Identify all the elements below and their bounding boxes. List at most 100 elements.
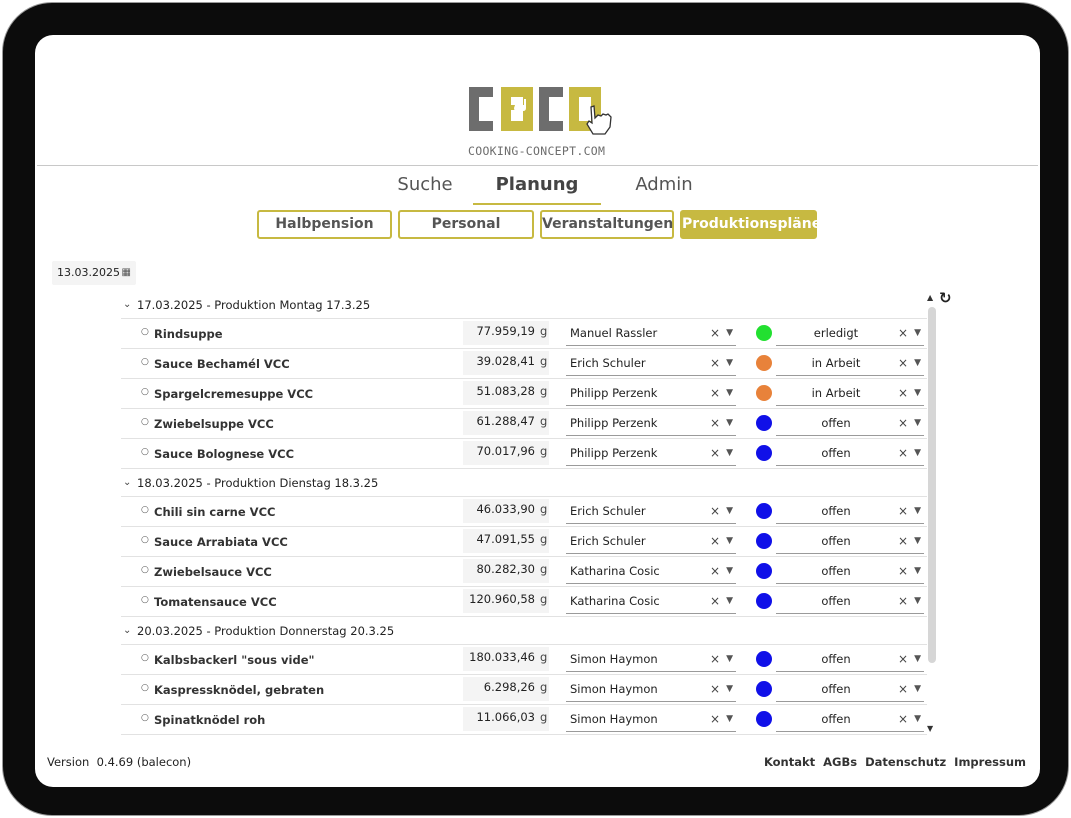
chevron-down-icon[interactable]: ▼ bbox=[914, 382, 921, 404]
subtab-produktionsplaene[interactable]: Produktionspläne bbox=[680, 210, 821, 239]
person-select[interactable]: Manuel Rassler × ▼ bbox=[566, 322, 736, 346]
tab-suche[interactable]: Suche bbox=[370, 171, 480, 205]
link-kontakt[interactable]: Kontakt bbox=[764, 755, 815, 769]
clear-icon[interactable]: × bbox=[710, 412, 720, 434]
production-row: ○ Spargelcremesuppe VCC 51.083,28 g Philipp … bbox=[121, 379, 927, 409]
status-select[interactable]: offen × ▼ bbox=[776, 412, 924, 436]
clear-icon[interactable]: × bbox=[898, 708, 908, 730]
subtab-personal[interactable]: Personal bbox=[398, 210, 534, 239]
chevron-down-icon[interactable]: ▼ bbox=[914, 322, 921, 344]
person-select[interactable]: Simon Haymon × ▼ bbox=[566, 678, 736, 702]
chevron-down-icon[interactable]: ▼ bbox=[914, 442, 921, 464]
clear-icon[interactable]: × bbox=[710, 352, 720, 374]
amount-unit: g bbox=[540, 592, 548, 606]
date-filter-input[interactable]: 13.03.2025 ▦ bbox=[52, 261, 136, 285]
clear-icon[interactable]: × bbox=[898, 530, 908, 552]
chevron-down-icon[interactable]: ▼ bbox=[726, 678, 733, 700]
chevron-down-icon[interactable]: ▼ bbox=[726, 590, 733, 612]
chevron-down-icon[interactable]: ▼ bbox=[914, 352, 921, 374]
person-select[interactable]: Simon Haymon × ▼ bbox=[566, 648, 736, 672]
scrollbar-thumb[interactable] bbox=[928, 307, 936, 663]
chevron-down-icon[interactable]: ▼ bbox=[726, 530, 733, 552]
chevron-down-icon[interactable]: ▼ bbox=[726, 352, 733, 374]
status-select[interactable]: in Arbeit × ▼ bbox=[776, 352, 924, 376]
group-header[interactable]: ⌄ 17.03.2025 - Produktion Montag 17.3.25 bbox=[121, 291, 927, 319]
chevron-down-icon[interactable]: ▼ bbox=[914, 648, 921, 670]
chevron-down-icon[interactable]: ▼ bbox=[914, 500, 921, 522]
person-select[interactable]: Katharina Cosic × ▼ bbox=[566, 590, 736, 614]
group-header[interactable]: ⌄ 18.03.2025 - Produktion Dienstag 18.3.2… bbox=[121, 469, 927, 497]
person-select[interactable]: Simon Haymon × ▼ bbox=[566, 708, 736, 732]
scroll-down-icon[interactable]: ▼ bbox=[927, 724, 933, 733]
clear-icon[interactable]: × bbox=[710, 648, 720, 670]
clear-icon[interactable]: × bbox=[710, 560, 720, 582]
chevron-down-icon[interactable]: ▼ bbox=[914, 590, 921, 612]
clear-icon[interactable]: × bbox=[710, 530, 720, 552]
status-select[interactable]: offen × ▼ bbox=[776, 500, 924, 524]
chevron-down-icon[interactable]: ▼ bbox=[726, 442, 733, 464]
subtab-halbpension[interactable]: Halbpension bbox=[257, 210, 392, 239]
person-select[interactable]: Erich Schuler × ▼ bbox=[566, 500, 736, 524]
chevron-down-icon[interactable]: ▼ bbox=[726, 322, 733, 344]
tab-planung[interactable]: Planung bbox=[473, 171, 601, 205]
chevron-down-icon[interactable]: ⌄ bbox=[121, 477, 137, 488]
clear-icon[interactable]: × bbox=[898, 442, 908, 464]
clear-icon[interactable]: × bbox=[898, 590, 908, 612]
clear-icon[interactable]: × bbox=[898, 560, 908, 582]
clear-icon[interactable]: × bbox=[898, 500, 908, 522]
clear-icon[interactable]: × bbox=[898, 678, 908, 700]
chevron-down-icon[interactable]: ▼ bbox=[726, 560, 733, 582]
clear-icon[interactable]: × bbox=[898, 648, 908, 670]
chevron-down-icon[interactable]: ▼ bbox=[914, 530, 921, 552]
chevron-down-icon[interactable]: ▼ bbox=[726, 382, 733, 404]
status-select[interactable]: erledigt × ▼ bbox=[776, 322, 924, 346]
person-value: Katharina Cosic bbox=[570, 564, 660, 578]
list-scrollbar[interactable]: ▲ ▼ bbox=[926, 293, 938, 733]
status-select[interactable]: offen × ▼ bbox=[776, 530, 924, 554]
status-select[interactable]: offen × ▼ bbox=[776, 442, 924, 466]
clear-icon[interactable]: × bbox=[710, 678, 720, 700]
person-select[interactable]: Philipp Perzenk × ▼ bbox=[566, 442, 736, 466]
link-agbs[interactable]: AGBs bbox=[823, 755, 857, 769]
chevron-down-icon[interactable]: ▼ bbox=[726, 500, 733, 522]
status-select[interactable]: in Arbeit × ▼ bbox=[776, 382, 924, 406]
clear-icon[interactable]: × bbox=[710, 708, 720, 730]
link-impressum[interactable]: Impressum bbox=[954, 755, 1026, 769]
status-select[interactable]: offen × ▼ bbox=[776, 708, 924, 732]
scroll-up-icon[interactable]: ▲ bbox=[927, 293, 933, 302]
clear-icon[interactable]: × bbox=[898, 352, 908, 374]
chevron-down-icon[interactable]: ▼ bbox=[726, 412, 733, 434]
chevron-down-icon[interactable]: ▼ bbox=[914, 708, 921, 730]
clear-icon[interactable]: × bbox=[898, 412, 908, 434]
chevron-down-icon[interactable]: ▼ bbox=[914, 412, 921, 434]
chevron-down-icon[interactable]: ⌄ bbox=[121, 299, 137, 310]
clear-icon[interactable]: × bbox=[710, 382, 720, 404]
group-header[interactable]: ⌄ 20.03.2025 - Produktion Donnerstag 20.3… bbox=[121, 617, 927, 645]
chevron-down-icon[interactable]: ▼ bbox=[726, 708, 733, 730]
person-select[interactable]: Erich Schuler × ▼ bbox=[566, 352, 736, 376]
status-select[interactable]: offen × ▼ bbox=[776, 678, 924, 702]
clear-icon[interactable]: × bbox=[710, 442, 720, 464]
person-select[interactable]: Katharina Cosic × ▼ bbox=[566, 560, 736, 584]
tab-admin[interactable]: Admin bbox=[609, 171, 719, 205]
person-select[interactable]: Philipp Perzenk × ▼ bbox=[566, 382, 736, 406]
link-datenschutz[interactable]: Datenschutz bbox=[865, 755, 946, 769]
clear-icon[interactable]: × bbox=[710, 590, 720, 612]
chevron-down-icon[interactable]: ▼ bbox=[914, 560, 921, 582]
clear-icon[interactable]: × bbox=[710, 500, 720, 522]
clear-icon[interactable]: × bbox=[898, 382, 908, 404]
person-select[interactable]: Philipp Perzenk × ▼ bbox=[566, 412, 736, 436]
clear-icon[interactable]: × bbox=[898, 322, 908, 344]
refresh-icon[interactable]: ↻ bbox=[939, 289, 952, 307]
status-select[interactable]: offen × ▼ bbox=[776, 590, 924, 614]
person-select[interactable]: Erich Schuler × ▼ bbox=[566, 530, 736, 554]
chevron-down-icon[interactable]: ▼ bbox=[914, 678, 921, 700]
production-row: ○ Tomatensauce VCC 120.960,58 g Katharina Co… bbox=[121, 587, 927, 617]
calendar-icon[interactable]: ▦ bbox=[122, 261, 131, 285]
clear-icon[interactable]: × bbox=[710, 322, 720, 344]
subtab-veranstaltungen[interactable]: Veranstaltungen bbox=[540, 210, 674, 239]
chevron-down-icon[interactable]: ⌄ bbox=[121, 625, 137, 636]
status-select[interactable]: offen × ▼ bbox=[776, 560, 924, 584]
chevron-down-icon[interactable]: ▼ bbox=[726, 648, 733, 670]
status-select[interactable]: offen × ▼ bbox=[776, 648, 924, 672]
